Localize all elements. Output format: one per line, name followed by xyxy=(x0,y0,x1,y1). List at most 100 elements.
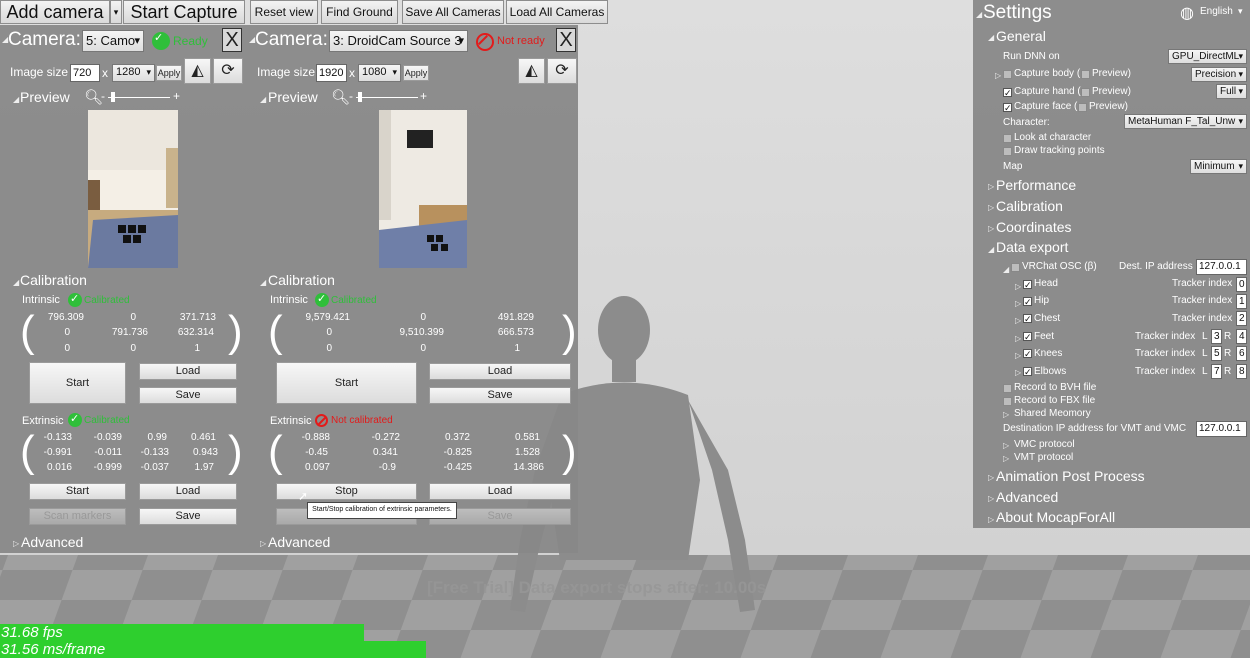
capture-body-mode-select[interactable]: Precision ▾ xyxy=(1191,67,1247,82)
save-all-cameras-button[interactable]: Save All Cameras xyxy=(402,0,504,24)
flip-icon[interactable]: ◭ xyxy=(184,58,211,84)
tracker-checkbox[interactable]: ✓ xyxy=(1023,367,1032,377)
tracker-left-index-input[interactable]: 5 xyxy=(1211,346,1222,361)
capture-face-preview-checkbox[interactable] xyxy=(1078,103,1087,112)
intrinsic-start-button[interactable]: Start xyxy=(276,362,417,404)
collapse-arrow-icon[interactable]: ◢ xyxy=(260,95,266,104)
tracker-index-input[interactable]: 1 xyxy=(1236,294,1247,309)
expand-arrow-icon[interactable]: ▷ xyxy=(1003,441,1009,450)
zoom-slider-thumb[interactable] xyxy=(358,92,362,102)
collapse-arrow-icon[interactable]: ◢ xyxy=(988,33,994,42)
expand-arrow-icon[interactable]: ▷ xyxy=(988,494,994,503)
expand-arrow-icon[interactable]: ▷ xyxy=(1015,351,1021,360)
expand-arrow-icon[interactable]: ▷ xyxy=(988,182,994,191)
image-width-input[interactable]: 720 xyxy=(70,64,100,82)
close-camera-button[interactable]: X xyxy=(222,28,242,52)
tracker-checkbox[interactable]: ✓ xyxy=(1023,280,1032,290)
section-about[interactable]: About MocapForAll xyxy=(996,509,1115,525)
image-height-select[interactable]: 1080 ▾ xyxy=(358,64,401,82)
image-width-input[interactable]: 1920 xyxy=(316,64,347,82)
tracker-right-index-input[interactable]: 6 xyxy=(1236,346,1247,361)
map-select[interactable]: Minimum ▾ xyxy=(1190,159,1247,174)
run-dnn-select[interactable]: GPU_DirectML ▾ xyxy=(1168,49,1247,64)
section-animation-post-process[interactable]: Animation Post Process xyxy=(996,468,1145,484)
section-calibration[interactable]: Calibration xyxy=(996,198,1063,214)
record-fbx-checkbox[interactable] xyxy=(1003,397,1012,406)
load-all-cameras-button[interactable]: Load All Cameras xyxy=(506,0,608,24)
rotate-camera-icon[interactable]: ⟳ xyxy=(547,58,577,84)
expand-arrow-icon[interactable]: ▷ xyxy=(13,539,19,548)
tracker-checkbox[interactable]: ✓ xyxy=(1023,332,1032,342)
scan-markers-button[interactable]: Scan markers xyxy=(29,508,126,525)
character-select[interactable]: MetaHuman F_Tal_Unw ▾ xyxy=(1124,114,1247,129)
expand-arrow-icon[interactable]: ▷ xyxy=(1003,454,1009,463)
expand-arrow-icon[interactable]: ▷ xyxy=(1015,316,1021,325)
expand-arrow-icon[interactable]: ▷ xyxy=(988,224,994,233)
vmt-protocol-label[interactable]: VMT protocol xyxy=(1014,452,1073,463)
intrinsic-load-button[interactable]: Load xyxy=(429,363,571,380)
collapse-arrow-icon[interactable]: ◢ xyxy=(976,10,982,19)
capture-face-checkbox[interactable]: ✓ xyxy=(1003,103,1012,113)
section-performance[interactable]: Performance xyxy=(996,177,1076,193)
record-bvh-checkbox[interactable] xyxy=(1003,384,1012,393)
vmt-dest-ip-input[interactable]: 127.0.0.1 xyxy=(1196,421,1247,437)
apply-size-button[interactable]: Apply xyxy=(156,65,182,81)
expand-arrow-icon[interactable]: ▷ xyxy=(260,539,266,548)
zoom-minus-icon[interactable]: - xyxy=(101,89,105,103)
zoom-slider[interactable] xyxy=(356,97,418,98)
capture-hand-checkbox[interactable]: ✓ xyxy=(1003,88,1012,98)
intrinsic-save-button[interactable]: Save xyxy=(139,387,237,404)
tracker-checkbox[interactable]: ✓ xyxy=(1023,349,1032,359)
tracker-right-index-input[interactable]: 4 xyxy=(1236,329,1247,344)
camera-source-select[interactable]: 5: Camo ▾ xyxy=(82,30,144,52)
collapse-arrow-icon[interactable]: ◢ xyxy=(13,95,19,104)
vrchat-osc-checkbox[interactable] xyxy=(1011,263,1020,272)
section-advanced[interactable]: Advanced xyxy=(996,489,1058,505)
tracker-left-index-input[interactable]: 3 xyxy=(1211,329,1222,344)
collapse-arrow-icon[interactable]: ◢ xyxy=(260,278,266,287)
vmc-protocol-label[interactable]: VMC protocol xyxy=(1014,439,1075,450)
flip-icon[interactable]: ◭ xyxy=(518,58,545,84)
add-camera-button[interactable]: Add camera xyxy=(0,0,110,24)
advanced-label[interactable]: Advanced xyxy=(21,534,83,550)
language-select[interactable]: English xyxy=(1200,6,1233,17)
tracker-checkbox[interactable]: ✓ xyxy=(1023,314,1032,324)
zoom-minus-icon[interactable]: - xyxy=(349,89,353,103)
extrinsic-start-button[interactable]: Start xyxy=(29,483,126,500)
apply-size-button[interactable]: Apply xyxy=(403,65,429,81)
section-general[interactable]: General xyxy=(996,28,1046,44)
collapse-arrow-icon[interactable]: ◢ xyxy=(988,245,994,254)
reset-view-button[interactable]: Reset view xyxy=(250,0,318,24)
expand-arrow-icon[interactable]: ▷ xyxy=(988,515,994,524)
close-camera-button[interactable]: X xyxy=(556,28,576,52)
expand-arrow-icon[interactable]: ▷ xyxy=(1003,410,1009,419)
zoom-plus-icon[interactable]: + xyxy=(420,89,427,103)
find-ground-button[interactable]: Find Ground xyxy=(321,0,398,24)
chevron-down-icon[interactable]: ▾ xyxy=(1238,6,1243,17)
extrinsic-load-button[interactable]: Load xyxy=(429,483,571,500)
section-data-export[interactable]: Data export xyxy=(996,239,1068,255)
draw-tracking-points-checkbox[interactable] xyxy=(1003,147,1012,156)
collapse-arrow-icon[interactable]: ◢ xyxy=(1003,265,1009,274)
globe-icon[interactable]: ◍ xyxy=(1180,3,1194,23)
shared-memory-label[interactable]: Shared Meomory xyxy=(1014,408,1091,419)
tracker-right-index-input[interactable]: 8 xyxy=(1236,364,1247,379)
extrinsic-save-button[interactable]: Save xyxy=(139,508,237,525)
intrinsic-load-button[interactable]: Load xyxy=(139,363,237,380)
tracker-checkbox[interactable]: ✓ xyxy=(1023,297,1032,307)
add-camera-dropdown[interactable]: ▾ xyxy=(110,0,122,24)
capture-body-checkbox[interactable] xyxy=(1003,70,1012,79)
intrinsic-start-button[interactable]: Start xyxy=(29,362,126,404)
expand-arrow-icon[interactable]: ▷ xyxy=(1015,334,1021,343)
zoom-slider-thumb[interactable] xyxy=(111,92,115,102)
capture-hand-preview-checkbox[interactable] xyxy=(1081,88,1090,97)
look-at-character-checkbox[interactable] xyxy=(1003,134,1012,143)
expand-arrow-icon[interactable]: ▷ xyxy=(988,203,994,212)
image-height-select[interactable]: 1280 ▾ xyxy=(112,64,155,82)
capture-hand-mode-select[interactable]: Full ▾ xyxy=(1216,84,1247,99)
zoom-slider[interactable] xyxy=(108,97,170,98)
camera-source-select[interactable]: 3: DroidCam Source 3 ▾ xyxy=(329,30,468,52)
capture-body-preview-checkbox[interactable] xyxy=(1081,70,1090,79)
expand-arrow-icon[interactable]: ▷ xyxy=(1015,368,1021,377)
advanced-label[interactable]: Advanced xyxy=(268,534,330,550)
